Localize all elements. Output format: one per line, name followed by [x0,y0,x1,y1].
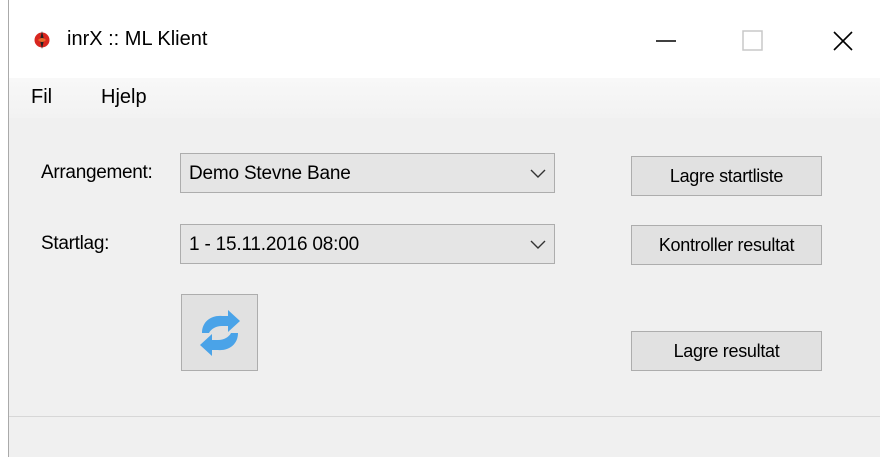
lagre-resultat-label: Lagre resultat [673,341,780,361]
maximize-icon [742,30,763,51]
menu-hjelp[interactable]: Hjelp [101,86,147,109]
arrangement-value: Demo Stevne Bane [189,163,351,184]
main-window: inrX :: ML Klient Fil Hjelp Arrangement:… [8,0,880,457]
window-title: inrX :: ML Klient [67,28,208,50]
kontroller-resultat-label: Kontroller resultat [658,235,795,255]
status-bar [9,416,880,457]
arrangement-dropdown[interactable]: Demo Stevne Bane [180,153,555,193]
close-button[interactable] [811,10,880,70]
chevron-down-icon [530,240,546,249]
inrx-app-icon [34,31,50,49]
chevron-down-icon [530,169,546,178]
arrangement-label: Arrangement: [41,162,153,183]
maximize-button[interactable] [719,10,789,70]
refresh-button[interactable] [181,294,258,371]
title-bar[interactable]: inrX :: ML Klient [9,0,880,78]
startlag-label: Startlag: [41,233,110,254]
minimize-icon [656,40,676,42]
startlag-value: 1 - 15.11.2016 08:00 [189,234,359,255]
refresh-arrows-icon [200,310,240,356]
startlag-dropdown[interactable]: 1 - 15.11.2016 08:00 [180,224,555,264]
kontroller-resultat-button[interactable]: Kontroller resultat [631,225,822,265]
lagre-resultat-button[interactable]: Lagre resultat [631,331,822,371]
close-icon [833,31,853,51]
minimize-button[interactable] [631,10,701,70]
menu-bar: Fil Hjelp [9,78,880,118]
menu-fil[interactable]: Fil [31,86,52,109]
lagre-startliste-button[interactable]: Lagre startliste [631,156,822,196]
lagre-startliste-label: Lagre startliste [669,166,784,186]
